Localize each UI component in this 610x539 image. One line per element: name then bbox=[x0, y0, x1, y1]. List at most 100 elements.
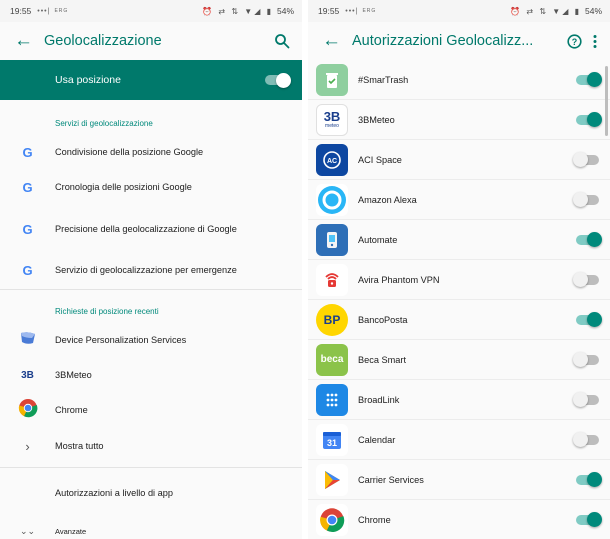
page-title: Geolocalizzazione bbox=[44, 33, 162, 49]
3bmeteo-icon: 3B bbox=[21, 369, 34, 381]
carrier-services-icon bbox=[316, 463, 348, 496]
app-bar: ← Autorizzazioni Geolocalizz... ? bbox=[308, 22, 610, 60]
svg-text:AC: AC bbox=[327, 158, 337, 165]
search-icon[interactable] bbox=[274, 33, 290, 49]
location-switch[interactable] bbox=[573, 432, 599, 447]
beca-smart-icon: beca bbox=[316, 343, 348, 376]
app-row-aci-space[interactable]: AC ACI Space bbox=[308, 140, 610, 180]
more-options-icon[interactable] bbox=[592, 34, 598, 49]
status-network-dots: •••| bbox=[345, 7, 359, 15]
status-time: 19:55 bbox=[10, 6, 32, 16]
service-label: Condivisione della posizione Google bbox=[55, 146, 204, 157]
app-permission-list: #SmarTrash 3B meteo 3BMeteo AC ACI Space… bbox=[308, 60, 610, 539]
app-name: Calendar bbox=[358, 434, 396, 445]
app-name: 3BMeteo bbox=[358, 114, 395, 125]
app-row-amazon-alexa[interactable]: Amazon Alexa bbox=[308, 180, 610, 220]
smartrash-icon bbox=[316, 63, 348, 96]
avira-vpn-icon bbox=[316, 263, 348, 296]
location-switch[interactable] bbox=[576, 112, 602, 127]
service-label: Precisione della geolocalizzazione di Go… bbox=[55, 223, 237, 234]
expand-icon: ⌄⌄ bbox=[19, 525, 36, 536]
recent-label: Chrome bbox=[55, 404, 88, 415]
app-row-automate[interactable]: Automate bbox=[308, 220, 610, 260]
location-switch[interactable] bbox=[576, 472, 602, 487]
automate-icon bbox=[316, 223, 348, 256]
status-battery: 54% bbox=[276, 6, 294, 16]
location-switch[interactable] bbox=[576, 512, 602, 527]
location-switch[interactable] bbox=[573, 192, 599, 207]
app-name: Beca Smart bbox=[358, 354, 406, 365]
location-switch[interactable] bbox=[576, 72, 602, 87]
advanced-label: Avanzate bbox=[55, 526, 87, 536]
broadlink-icon bbox=[316, 383, 348, 416]
status-battery: 54% bbox=[584, 6, 602, 16]
app-permissions-row[interactable]: Autorizzazioni a livello di app bbox=[0, 479, 302, 507]
chevron-right-icon: › bbox=[25, 438, 30, 454]
app-name: ACI Space bbox=[358, 154, 402, 165]
3bmeteo-icon: 3B meteo bbox=[316, 103, 348, 136]
use-location-toggle-row[interactable]: Usa posizione bbox=[0, 60, 302, 100]
use-location-switch[interactable] bbox=[265, 72, 291, 88]
status-icons: ⏰ ⇄ ⇅ ▼◢ ▮ bbox=[510, 6, 581, 16]
service-item-location-sharing[interactable]: G Condivisione della posizione Google bbox=[0, 138, 302, 166]
service-label: Cronologia delle posizioni Google bbox=[55, 181, 192, 192]
app-permissions-label: Autorizzazioni a livello di app bbox=[55, 487, 173, 498]
status-icons: ⏰ ⇄ ⇅ ▼◢ ▮ bbox=[202, 6, 273, 16]
app-name: BroadLink bbox=[358, 394, 400, 405]
google-g-icon: G bbox=[22, 221, 33, 237]
page-title: Autorizzazioni Geolocalizz... bbox=[352, 33, 534, 49]
location-switch[interactable] bbox=[573, 392, 599, 407]
advanced-row[interactable]: ⌄⌄ Avanzate bbox=[0, 524, 302, 538]
google-g-icon: G bbox=[22, 262, 33, 278]
app-row-beca-smart[interactable]: beca Beca Smart bbox=[308, 340, 610, 380]
aci-space-icon: AC bbox=[316, 143, 348, 176]
location-switch[interactable] bbox=[573, 272, 599, 287]
divider bbox=[0, 289, 302, 290]
app-row-calendar[interactable]: 31 Calendar bbox=[308, 420, 610, 460]
location-switch[interactable] bbox=[573, 152, 599, 167]
recent-item-chrome[interactable]: Chrome bbox=[0, 396, 302, 424]
calendar-icon: 31 bbox=[316, 423, 348, 456]
status-time: 19:55 bbox=[318, 6, 340, 16]
app-name: Amazon Alexa bbox=[358, 194, 417, 205]
app-row-avira-vpn[interactable]: Avira Phantom VPN bbox=[308, 260, 610, 300]
app-name: #SmarTrash bbox=[358, 74, 409, 85]
section-header-recent: Richieste di posizione recenti bbox=[55, 306, 159, 316]
location-permissions-screen: 19:55 •••| ERG ⏰ ⇄ ⇅ ▼◢ ▮ 54% ← Autorizz… bbox=[308, 0, 610, 539]
location-switch[interactable] bbox=[576, 312, 602, 327]
show-all-row[interactable]: › Mostra tutto bbox=[0, 432, 302, 460]
use-location-label: Usa posizione bbox=[55, 74, 121, 86]
app-row-broadlink[interactable]: BroadLink bbox=[308, 380, 610, 420]
scrollbar[interactable] bbox=[605, 66, 608, 136]
recent-label: Device Personalization Services bbox=[55, 334, 187, 345]
status-network-label: ERG bbox=[54, 8, 69, 14]
status-bar: 19:55 •••| ERG ⏰ ⇄ ⇅ ▼◢ ▮ 54% bbox=[308, 0, 610, 22]
service-item-location-history[interactable]: G Cronologia delle posizioni Google bbox=[0, 173, 302, 201]
app-name: Chrome bbox=[358, 514, 391, 525]
app-name: Carrier Services bbox=[358, 474, 424, 485]
app-row-bancoposta[interactable]: BP BancoPosta bbox=[308, 300, 610, 340]
app-name: Automate bbox=[358, 234, 398, 245]
svg-text:31: 31 bbox=[327, 438, 337, 448]
status-network-dots: •••| bbox=[37, 7, 51, 15]
alexa-icon bbox=[316, 183, 348, 216]
location-switch[interactable] bbox=[576, 232, 602, 247]
app-row-carrier-services[interactable]: Carrier Services bbox=[308, 460, 610, 500]
recent-item-device-personalization[interactable]: Device Personalization Services bbox=[0, 326, 302, 354]
app-row-chrome[interactable]: Chrome bbox=[308, 500, 610, 539]
location-settings-screen: 19:55 •••| ERG ⏰ ⇄ ⇅ ▼◢ ▮ 54% ← Geolocal… bbox=[0, 0, 302, 539]
bancoposta-icon: BP bbox=[316, 303, 348, 336]
section-header-services: Servizi di geolocalizzazione bbox=[55, 118, 153, 128]
recent-label: 3BMeteo bbox=[55, 369, 92, 380]
service-item-emergency-location[interactable]: G Servizio di geolocalizzazione per emer… bbox=[0, 256, 302, 284]
app-row-3bmeteo[interactable]: 3B meteo 3BMeteo bbox=[308, 100, 610, 140]
help-icon[interactable]: ? bbox=[567, 33, 582, 49]
service-label: Servizio di geolocalizzazione per emerge… bbox=[55, 264, 237, 275]
app-row-smartrash[interactable]: #SmarTrash bbox=[308, 60, 610, 100]
back-arrow-icon[interactable]: ← bbox=[322, 30, 352, 52]
service-item-location-accuracy[interactable]: G Precisione della geolocalizzazione di … bbox=[0, 212, 302, 246]
recent-item-3bmeteo[interactable]: 3B 3BMeteo bbox=[0, 361, 302, 389]
app-name: Avira Phantom VPN bbox=[358, 274, 440, 285]
back-arrow-icon[interactable]: ← bbox=[14, 30, 44, 52]
location-switch[interactable] bbox=[573, 352, 599, 367]
